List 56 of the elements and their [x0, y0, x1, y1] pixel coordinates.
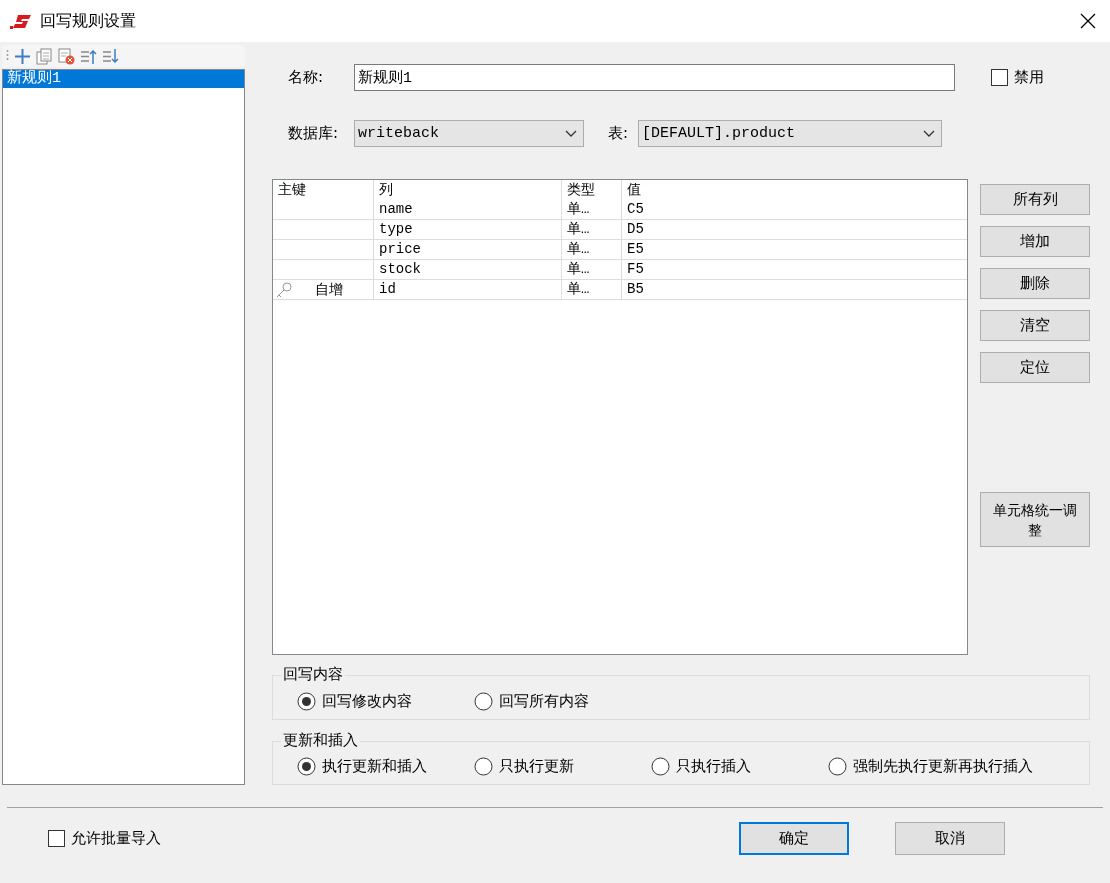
radio-option[interactable]: 回写修改内容 [297, 691, 462, 711]
rule-item[interactable]: 新规则1 [3, 70, 244, 88]
radio-option[interactable]: 回写所有内容 [474, 691, 639, 711]
table-cell: type [374, 220, 562, 239]
table-cell: 单… [562, 200, 622, 219]
column-header: 类型 [562, 180, 622, 200]
table-cell-text: C5 [626, 200, 645, 219]
caret-icon [923, 129, 936, 138]
adjust-button[interactable]: 单元格统一调整 [980, 492, 1090, 547]
radio-option[interactable]: 强制先执行更新再执行插入 [828, 757, 1033, 777]
side-button[interactable]: 增加 [980, 226, 1090, 257]
side-button[interactable]: 定位 [980, 352, 1090, 383]
batch-import-checkbox[interactable]: 允许批量导入 [48, 828, 161, 848]
table-cell-text: F5 [626, 260, 645, 279]
ok-button[interactable]: 确定 [739, 821, 849, 855]
table-cell: name [374, 200, 562, 219]
table-cell: 单… [562, 260, 622, 279]
table-cell: price [374, 240, 562, 259]
toolbar-grip-icon [6, 49, 9, 63]
name-field[interactable]: 新规则1 [354, 64, 955, 91]
column-header: 列 [374, 180, 562, 200]
column-header: 主键 [273, 180, 374, 200]
database-dropdown[interactable]: writeback [354, 120, 584, 147]
side-button[interactable]: 清空 [980, 310, 1090, 341]
disable-checkbox[interactable]: 禁用 [991, 68, 1044, 87]
table-cell: id [374, 280, 562, 299]
app-logo-icon [10, 12, 32, 30]
group-title: 回写内容 [281, 665, 345, 684]
radio-option[interactable]: 只执行插入 [651, 757, 816, 777]
column-header: 值 [626, 180, 642, 199]
close-icon[interactable] [1080, 13, 1096, 29]
side-button[interactable]: 删除 [980, 268, 1090, 299]
caret-icon [565, 129, 577, 138]
table-cell: 单… [562, 240, 622, 259]
table-cell: 单… [562, 220, 622, 239]
window-title: 回写规则设置 [40, 10, 137, 32]
delete-icon[interactable] [58, 47, 75, 65]
table-cell: 单… [562, 280, 622, 299]
add-icon[interactable] [14, 47, 31, 65]
table-cell: stock [374, 260, 562, 279]
table-label: 表: [608, 124, 629, 143]
group-title: 更新和插入 [281, 730, 360, 750]
table-cell-text: B5 [626, 280, 645, 299]
radio-option[interactable]: 执行更新和插入 [297, 757, 462, 777]
side-button[interactable]: 所有列 [980, 184, 1090, 215]
cancel-button[interactable]: 取消 [895, 821, 1005, 855]
move-up-icon[interactable] [80, 47, 97, 65]
move-down-icon[interactable] [102, 47, 119, 65]
database-label: 数据库: [287, 124, 340, 143]
table-cell-text: D5 [626, 220, 645, 239]
table-cell: 自增 [315, 280, 343, 299]
table-dropdown[interactable]: [DEFAULT].product [638, 120, 943, 147]
copy-icon[interactable] [36, 47, 53, 65]
radio-option[interactable]: 只执行更新 [474, 757, 639, 777]
name-label: 名称: [287, 68, 325, 87]
table-cell-text: E5 [626, 240, 645, 259]
